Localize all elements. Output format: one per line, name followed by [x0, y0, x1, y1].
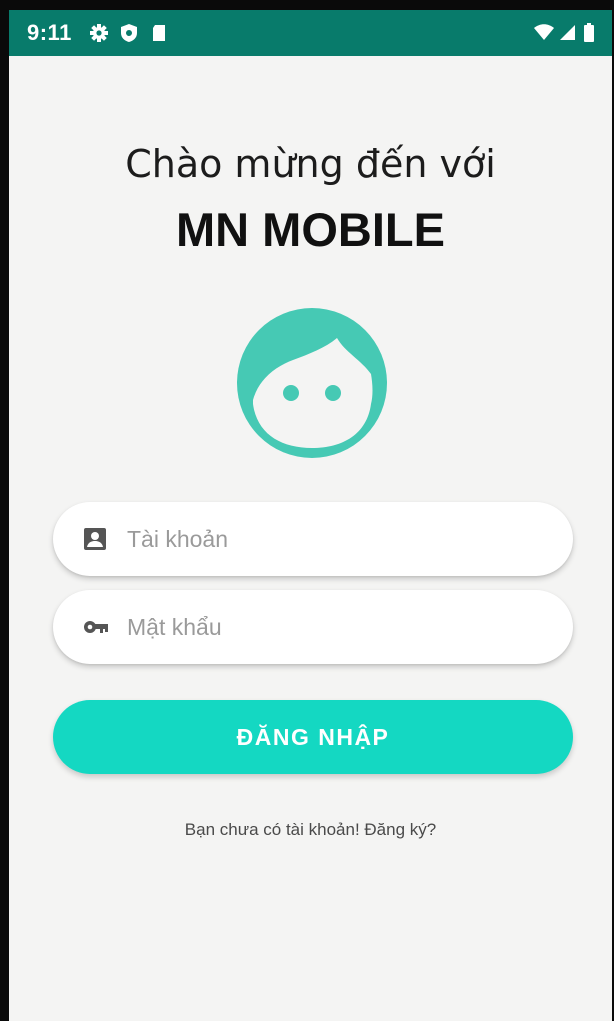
battery-icon — [583, 23, 603, 43]
app-title: MN MOBILE — [176, 203, 445, 256]
face-icon — [237, 308, 387, 458]
wifi-icon — [533, 23, 554, 43]
status-time: 9:11 — [27, 20, 72, 45]
password-field[interactable] — [53, 590, 573, 664]
phone-screen: 9:11 Chào mừng đến với MN MOBILE Tài kho… — [0, 0, 614, 1021]
account-box-icon — [83, 527, 109, 551]
register-link[interactable]: Bạn chưa có tài khoản! Đăng ký? — [9, 820, 612, 840]
password-input[interactable] — [127, 606, 547, 648]
welcome-text: Chào mừng đến với — [125, 142, 496, 186]
gear-icon — [89, 23, 109, 43]
status-bar: 9:11 — [9, 10, 612, 56]
signal-icon — [559, 23, 579, 43]
username-input[interactable] — [127, 518, 547, 560]
sd-card-icon — [149, 23, 169, 43]
key-icon — [83, 615, 109, 639]
login-button[interactable]: ĐĂNG NHẬP — [53, 700, 573, 774]
shield-icon — [119, 23, 139, 43]
username-field[interactable] — [53, 502, 573, 576]
